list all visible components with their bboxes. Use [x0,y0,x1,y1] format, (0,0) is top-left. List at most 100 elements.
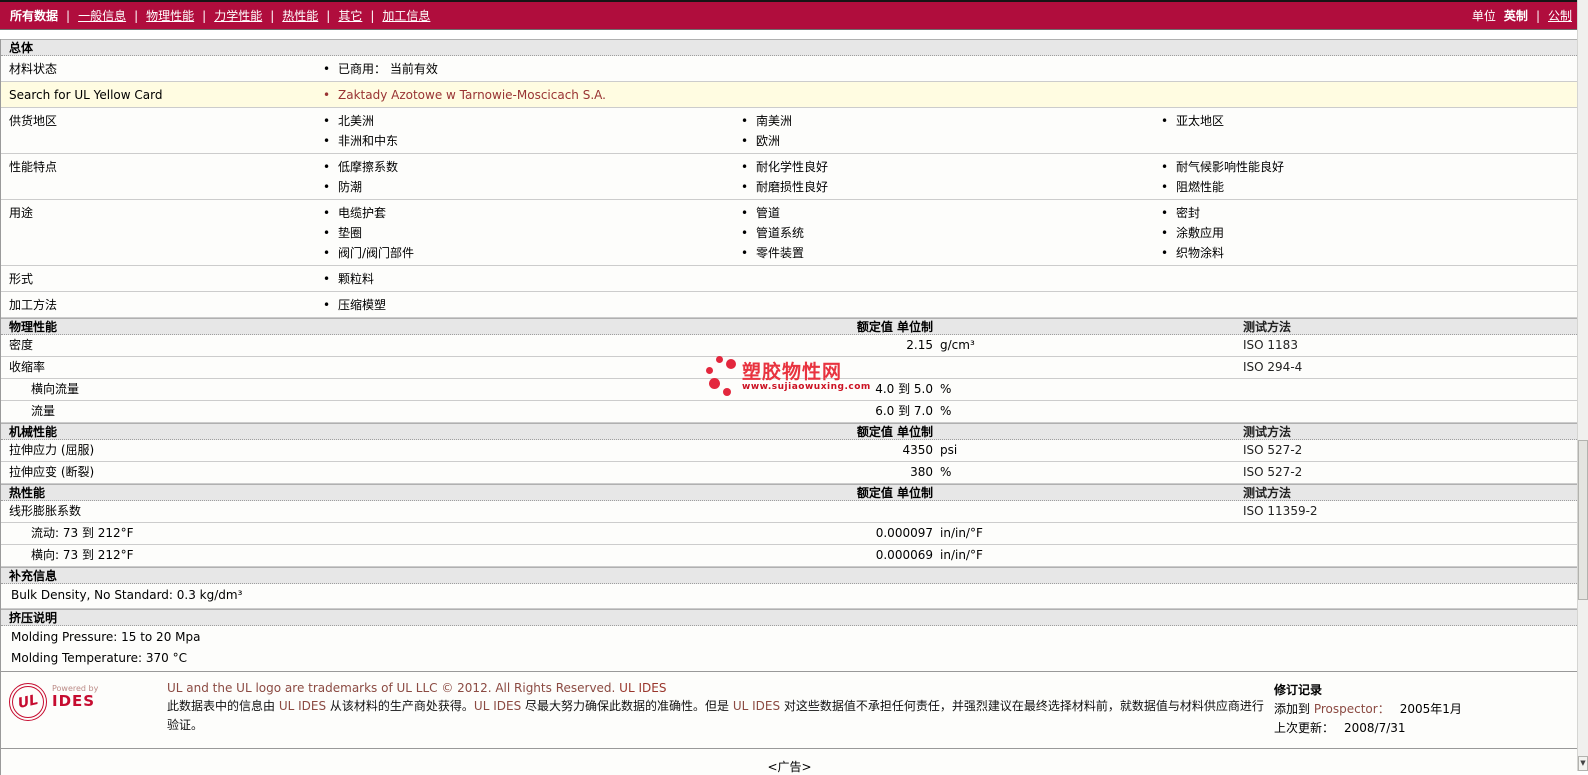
bullet-icon: • [1161,226,1169,240]
ul-ides-link[interactable]: UL IDES [474,699,521,713]
nav-tab-3[interactable]: 物理性能 [146,7,194,24]
nav-tab-4[interactable]: 力学性能 [214,7,262,24]
bullet-column [731,269,1151,289]
text-line: Molding Temperature: 370 °C [11,651,187,665]
bullet-icon: • [323,272,331,286]
property-name[interactable]: Search for UL Yellow Card [1,85,313,105]
section-title: 补充信息 [9,569,58,583]
bullet-column [731,85,1151,105]
bullet-icon: • [1161,114,1169,128]
column-header-value: 额定值 单位制 [856,320,933,334]
bullet-item: • 防潮 [323,177,731,197]
units-label: 单位 [1471,9,1496,23]
revision-added-line: 添加到 Prospector： 2005年1月 [1274,700,1568,719]
footer-text-block: UL and the UL logo are trademarks of UL … [159,680,1274,738]
unit-switcher: 单位 英制 | 公制 [1472,7,1572,24]
value-row: 拉伸应变 (断裂) 380% ISO 527-2 [1,462,1577,484]
property-value [313,501,933,522]
bullet-icon: • [323,226,331,240]
disclaimer-text: 从该材料的生产商处获得。 [326,699,474,713]
test-method: ISO 527-2 [1243,443,1303,457]
supplier-link[interactable]: • Zaktady Azotowe w Tarnowie-Moscicach S.… [323,85,731,105]
property-name: 供货地区 [9,114,58,128]
ul-logo-text: UL [16,692,40,712]
ul-ides-footer-link[interactable]: UL IDES [619,681,666,695]
prospector-link[interactable]: Prospector： [1314,702,1390,716]
nav-tab-7[interactable]: 加工信息 [382,7,430,24]
bullet-item: • 阻燃性能 [1161,177,1577,197]
nav-tab-1[interactable]: 所有数据 [10,7,58,24]
bullet-item: • 耐磨损性良好 [741,177,1151,197]
nav-tab-6[interactable]: 其它 [338,7,362,24]
section-title: 热性能 [9,486,46,500]
bullet-column: • 南美洲 • 欧洲 [731,111,1151,151]
bullet-text: 耐化学性良好 [756,160,829,174]
bullet-item: • 电缆护套 [323,203,731,223]
bullet-column [1151,59,1577,79]
bullet-icon: • [1161,246,1169,260]
unit-metric-link[interactable]: 公制 [1548,7,1572,24]
bullet-item: • 织物涂料 [1161,243,1577,263]
bullet-column: • 颗粒料 [313,269,731,289]
property-name: 流量 [31,404,56,418]
bullet-text: 低摩擦系数 [338,160,399,174]
nav-tab-2[interactable]: 一般信息 [78,7,126,24]
scrollbar-thumb[interactable] [1578,440,1588,600]
bullet-icon: • [1161,180,1169,194]
property-name: 横向流量 [31,382,80,396]
property-row: 性能特点 • 低摩擦系数 • 防潮 • 耐化学性良好 • 耐磨损性良好 • 耐气候影响性能良好 • 阻燃… [1,154,1577,200]
column-header-test-method: 测试方法 [1243,320,1292,334]
bullet-icon: • [741,206,749,220]
column-header-test-method: 测试方法 [1243,425,1292,439]
property-name: 密度 [9,338,34,352]
ides-logo-text: IDES [52,692,96,710]
bullet-item: • 阀门/阀门部件 [323,243,731,263]
bullet-icon: • [741,180,749,194]
bullet-column [1151,295,1577,315]
bullet-item: • 管道系统 [741,223,1151,243]
ul-ides-link[interactable]: UL IDES [733,699,780,713]
bullet-text: 织物涂料 [1176,246,1225,260]
bullet-text: 亚太地区 [1176,114,1225,128]
property-unit: g/cm³ [940,338,975,352]
bullet-icon: • [323,206,331,220]
property-name: 形式 [9,272,34,286]
scrollbar-down-button[interactable]: ▼ [1578,756,1588,771]
property-name: 用途 [9,206,34,220]
bullet-text: 耐气候影响性能良好 [1176,160,1285,174]
last-update-label: 上次更新： [1274,721,1335,735]
bullet-icon: • [1161,160,1169,174]
property-name: 线形膨胀系数 [9,504,82,518]
bullet-icon: • [323,88,331,102]
nav-tab-5[interactable]: 热性能 [282,7,318,24]
bullet-icon: • [323,298,331,312]
bullet-column: • 亚太地区 [1151,111,1577,151]
test-method: ISO 527-2 [1243,465,1303,479]
watermark-text: 塑胶物性网 www.sujiaowuxing.com [742,356,871,402]
section-header: 热性能 额定值 单位制 测试方法 [1,484,1577,501]
trademark-text: UL and the UL logo are trademarks of UL … [167,681,620,695]
bullet-item: • 已商用： 当前有效 [323,59,731,79]
bullet-icon: • [323,114,331,128]
text-line: Molding Pressure: 15 to 20 Mpa [11,630,201,644]
bullet-column: • 压缩模塑 [313,295,731,315]
disclaimer-text: 尽最大努力确保此数据的准确性。但是 [521,699,733,713]
bullet-item: • 南美洲 [741,111,1151,131]
bullet-icon: • [1161,206,1169,220]
revision-title: 修订记录 [1274,683,1323,697]
bullet-icon: • [741,160,749,174]
bullet-item: • 零件装置 [741,243,1151,263]
bullet-column: • Zaktady Azotowe w Tarnowie-Moscicach S.… [313,85,731,105]
bullet-column [1151,269,1577,289]
tab-separator: | [326,8,331,23]
vertical-scrollbar[interactable]: ▼ [1577,0,1588,771]
section-title: 物理性能 [9,320,58,334]
section-header: 机械性能 额定值 单位制 测试方法 [1,423,1577,440]
ul-ides-link[interactable]: UL IDES [279,699,326,713]
property-name: 拉伸应力 (屈服) [9,443,95,457]
bullet-column: • 密封 • 涂敷应用 • 织物涂料 [1151,203,1577,263]
bullet-item: • 耐气候影响性能良好 [1161,157,1577,177]
unit-imperial-selected[interactable]: 英制 [1504,7,1528,24]
property-row: 材料状态 • 已商用： 当前有效 [1,56,1577,82]
bullet-column: • 耐化学性良好 • 耐磨损性良好 [731,157,1151,197]
